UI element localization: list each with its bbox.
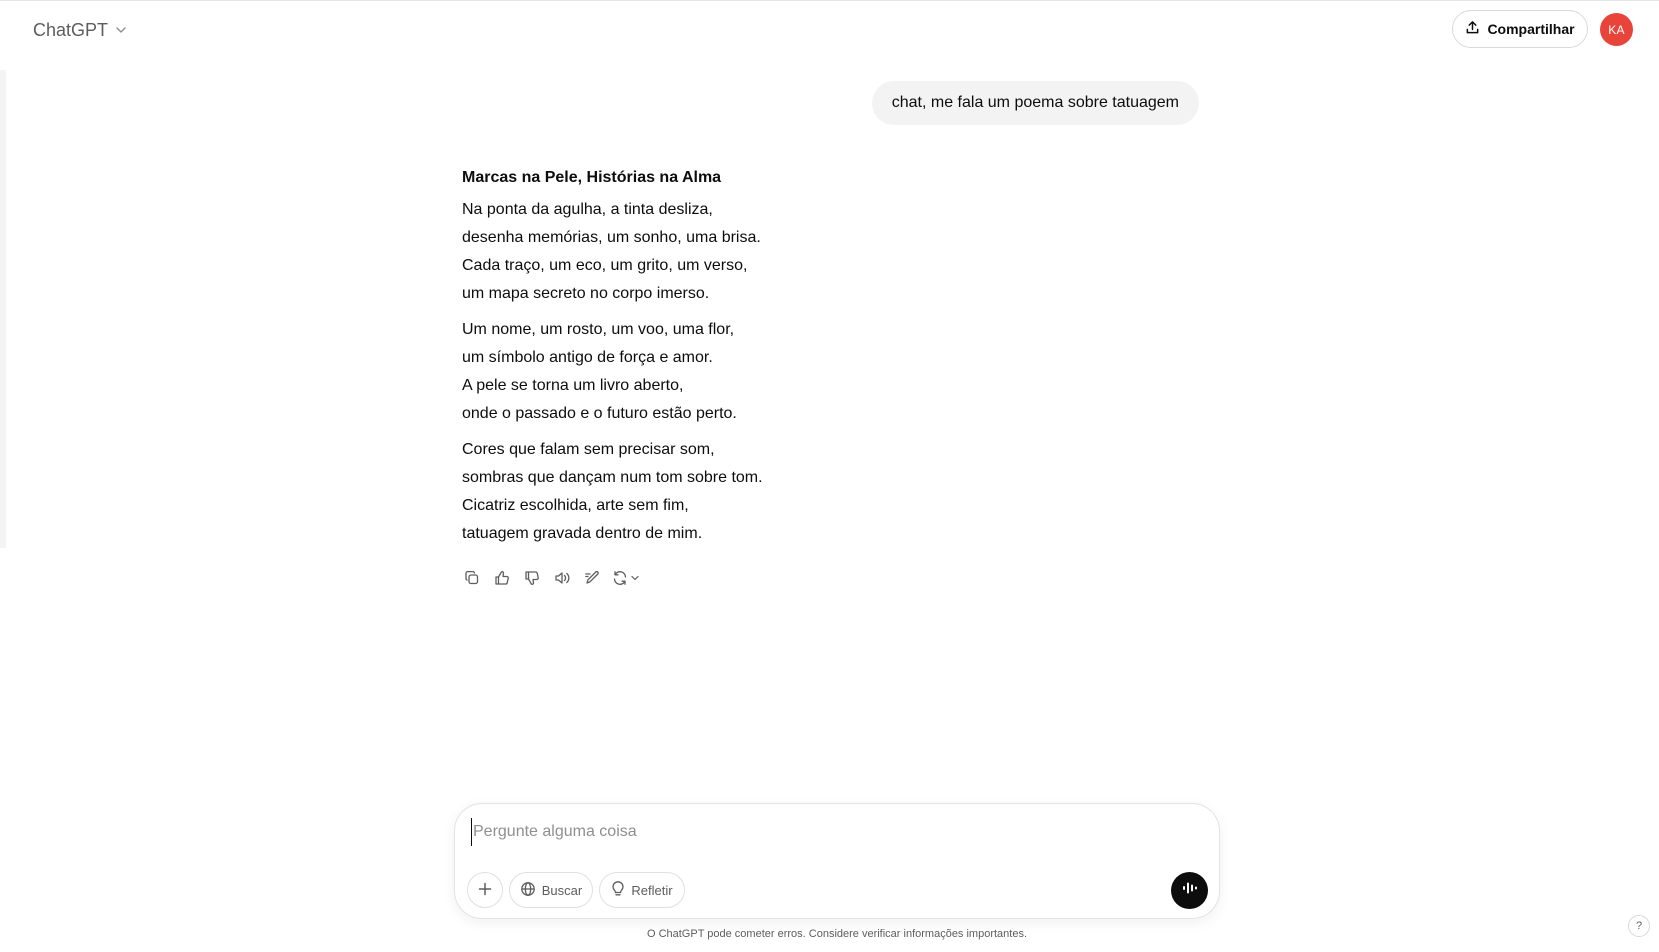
thumbs-down-icon[interactable] [522, 568, 542, 588]
composer: Buscar Refletir [454, 803, 1220, 919]
read-aloud-icon[interactable] [552, 568, 572, 588]
search-label: Buscar [541, 882, 583, 898]
share-icon [1465, 20, 1480, 38]
poem-line: Cada traço, um eco, um grito, um verso, [462, 257, 748, 274]
voice-mode-button[interactable] [1171, 872, 1208, 909]
poem-line: Na ponta da agulha, a tinta desliza, [462, 201, 713, 218]
assistant-message: Marcas na Pele, Histórias na Alma Na pon… [462, 164, 1202, 556]
poem-stanza: Cores que falam sem precisar som, sombra… [462, 436, 1202, 548]
plus-icon [477, 881, 493, 900]
share-label: Compartilhar [1487, 21, 1575, 37]
poem-line: um mapa secreto no corpo imerso. [462, 285, 710, 302]
regenerate-icon[interactable] [612, 568, 646, 588]
poem-line: um símbolo antigo de força e amor. [462, 349, 713, 366]
thumbs-up-icon[interactable] [492, 568, 512, 588]
lightbulb-icon [611, 880, 625, 900]
user-message-bubble: chat, me fala um poema sobre tatuagem [871, 81, 1199, 125]
model-name: ChatGPT [33, 19, 109, 40]
voice-waveform-icon [1181, 880, 1199, 901]
chevron-down-icon [114, 23, 128, 37]
poem-line: tatuagem gravada dentro de mim. [462, 525, 703, 542]
top-divider [0, 0, 1659, 1]
poem-stanza: Um nome, um rosto, um voo, uma flor, um … [462, 316, 1202, 428]
globe-icon [520, 881, 536, 900]
poem-stanza: Na ponta da agulha, a tinta desliza, des… [462, 196, 1202, 308]
chevron-down-icon [631, 575, 639, 581]
poem-line: desenha memórias, um sonho, uma brisa. [462, 229, 761, 246]
think-label: Refletir [631, 882, 673, 898]
poem-line: sombras que dançam num tom sobre tom. [462, 469, 763, 486]
search-button[interactable]: Buscar [509, 872, 593, 908]
poem-line: Cicatriz escolhida, arte sem fim, [462, 497, 689, 514]
think-button[interactable]: Refletir [599, 872, 685, 908]
sidebar-edge [0, 70, 6, 548]
poem-title: Marcas na Pele, Histórias na Alma [462, 169, 722, 186]
model-selector[interactable]: ChatGPT [33, 16, 128, 44]
poem-line: A pele se torna um livro aberto, [462, 377, 684, 394]
edit-canvas-icon[interactable] [582, 568, 602, 588]
prompt-input[interactable] [471, 818, 1171, 846]
attach-button[interactable] [467, 872, 503, 908]
message-actions [462, 568, 646, 588]
share-button[interactable]: Compartilhar [1452, 10, 1588, 48]
poem-line: Cores que falam sem precisar som, [462, 441, 715, 458]
poem-line: Um nome, um rosto, um voo, uma flor, [462, 321, 735, 338]
poem-line: onde o passado e o futuro estão perto. [462, 405, 737, 422]
disclaimer: O ChatGPT pode cometer erros. Considere … [646, 928, 1028, 940]
avatar[interactable]: KA [1600, 13, 1633, 46]
help-button[interactable]: ? [1628, 915, 1650, 937]
copy-icon[interactable] [462, 568, 482, 588]
